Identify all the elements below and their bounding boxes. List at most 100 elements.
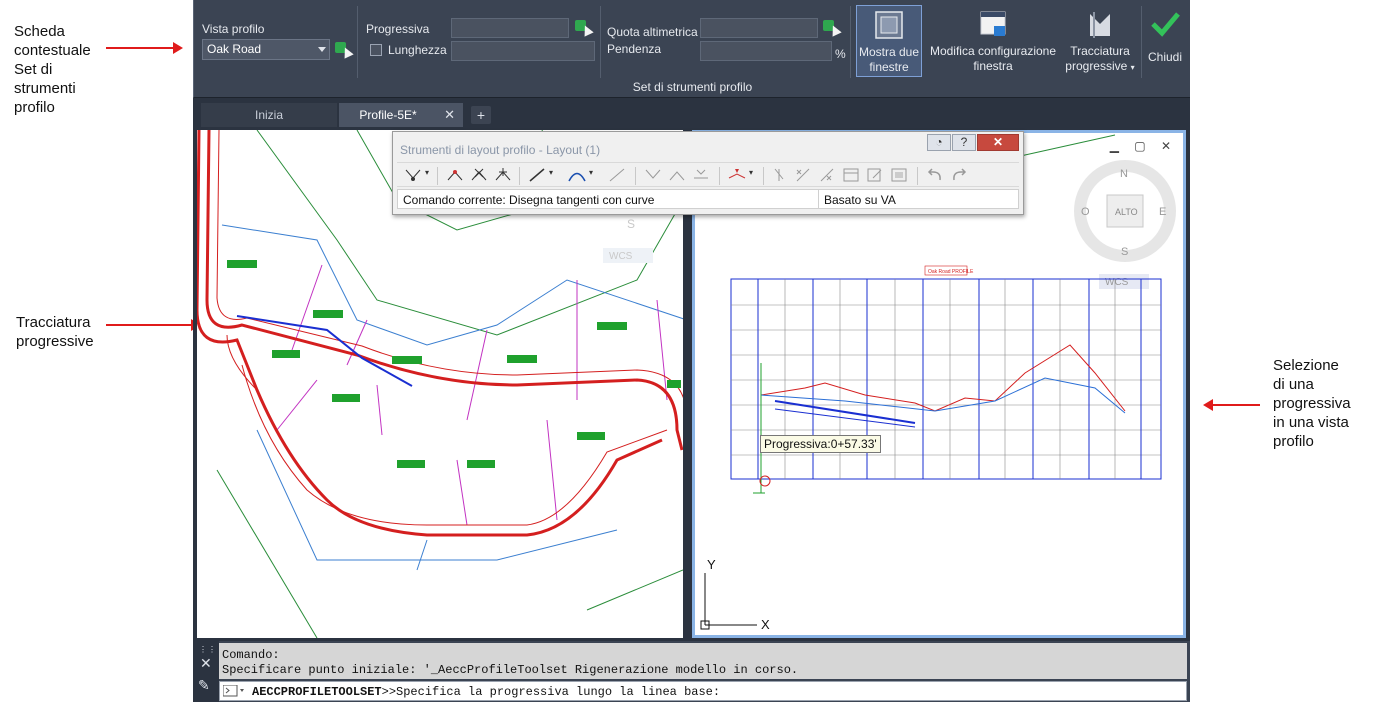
annotation-arrow <box>106 319 201 331</box>
pin-icon[interactable]: ◔ <box>927 134 951 151</box>
pvi-editor-icon[interactable] <box>841 166 863 184</box>
move-pvi-icon[interactable] <box>493 166 515 184</box>
close-icon[interactable]: ✕ <box>200 655 212 672</box>
grade-unit: % <box>835 47 846 61</box>
annotation-line: contestuale <box>14 42 91 59</box>
annotation-line: Scheda <box>14 23 65 40</box>
annotation-arrow <box>106 42 183 54</box>
two-windows-icon <box>875 11 903 39</box>
profile-view-label: Vista profilo <box>202 22 265 36</box>
ucs-y-label: Y <box>707 557 716 572</box>
grade-input[interactable] <box>700 41 832 61</box>
viewcube[interactable]: ALTO N S E O WCS <box>1074 160 1176 289</box>
annotation-line: in una vista <box>1273 414 1349 431</box>
delete-entity-icon[interactable] <box>793 166 815 184</box>
reverse-curve-icon[interactable] <box>607 166 629 184</box>
button-line: finestre <box>869 60 909 74</box>
pvi-grid-view-icon[interactable] <box>865 166 887 184</box>
pick-station-icon[interactable] <box>575 20 594 37</box>
vertical-curve-icon[interactable] <box>567 166 589 184</box>
command-prompt: >>Specifica la progressiva lungo la line… <box>381 685 721 699</box>
close-button[interactable]: ✕ <box>977 134 1019 151</box>
annotation-line: profilo <box>1273 433 1314 450</box>
edit-window-config-button[interactable]: Modifica configurazione finestra <box>926 5 1060 77</box>
profile-view-select[interactable]: Oak Road <box>202 39 330 60</box>
length-checkbox[interactable] <box>370 44 382 56</box>
plan-south-label: S <box>627 217 635 231</box>
command-line-side-bar: ⋮⋮⋮ ✕ ✎ <box>193 641 225 702</box>
history-line: Specificare punto iniziale: '_AeccProfil… <box>222 663 799 677</box>
close-icon[interactable]: ✕ <box>444 107 455 123</box>
layout-mode: Basato su VA <box>824 193 896 207</box>
elevation-label: Quota altimetrica <box>607 25 698 39</box>
annotation-line: Selezione <box>1273 357 1339 374</box>
station-tracking-button[interactable]: Tracciatura progressive ▾ <box>1062 5 1138 77</box>
button-line: Chiudi <box>1147 50 1183 64</box>
chevron-down-icon[interactable]: ▾ <box>749 168 753 177</box>
raise-lower-icon[interactable] <box>691 166 713 184</box>
grade-edit-icon[interactable] <box>727 166 749 184</box>
annotation-contextual-tab: Scheda contestuale Set di strumenti prof… <box>14 22 91 117</box>
annotation-line: Tracciatura <box>16 314 91 331</box>
window-config-icon <box>980 11 1006 36</box>
annotation-arrow <box>1203 399 1260 411</box>
viewcube-south: S <box>1121 246 1128 258</box>
annotation-line: Set di <box>14 61 53 78</box>
break-profile-icon[interactable] <box>817 166 839 184</box>
tab-label: Profile-5E* <box>359 108 417 122</box>
command-input[interactable]: AECCPROFILETOOLSET>>Specifica la progres… <box>219 681 1187 701</box>
sub-entity-icon[interactable] <box>667 166 689 184</box>
length-label: Lunghezza <box>388 43 447 57</box>
button-line: finestra <box>973 59 1013 73</box>
command-name: AECCPROFILETOOLSET <box>252 685 382 699</box>
tab-label: Inizia <box>254 108 283 122</box>
toolbar-window-buttons: ◔? ✕ <box>926 134 1019 152</box>
profile-view-value: Oak Road <box>207 42 262 56</box>
close-contextual-tab-button[interactable]: Chiudi <box>1145 5 1185 77</box>
chevron-down-icon <box>318 47 326 52</box>
insert-pvi-icon[interactable] <box>445 166 467 184</box>
station-input[interactable] <box>451 18 569 38</box>
draw-tangents-icon[interactable] <box>403 166 425 184</box>
plan-wcs-label: WCS <box>609 251 633 262</box>
command-prompt-icon[interactable] <box>223 685 247 697</box>
chevron-down-icon[interactable]: ▾ <box>589 168 593 177</box>
help-button[interactable]: ? <box>952 134 976 151</box>
chevron-down-icon[interactable]: ▾ <box>425 168 429 177</box>
chevron-down-icon[interactable]: ▾ <box>549 168 553 177</box>
station-tracking-icon <box>1090 12 1110 38</box>
ucs-x-label: X <box>761 617 770 632</box>
viewcube-top: ALTO <box>1115 207 1138 217</box>
elevation-input[interactable] <box>700 18 818 38</box>
tab-start[interactable]: Inizia <box>201 103 337 127</box>
pick-elevation-icon[interactable] <box>823 20 842 37</box>
button-line-text: progressive <box>1065 59 1128 73</box>
tab-profile-5e[interactable]: Profile-5E* ✕ <box>339 103 463 127</box>
undo-icon[interactable] <box>925 166 947 184</box>
new-tab-button[interactable]: + <box>471 106 491 124</box>
length-input[interactable] <box>451 41 595 61</box>
profile-grid-view-icon[interactable] <box>889 166 911 184</box>
profile-layout-toolbar[interactable]: Strumenti di layout profilo - Layout (1)… <box>392 131 1024 215</box>
annotation-station-selection: Selezione di una progressiva in una vist… <box>1273 356 1351 451</box>
station-label: Progressiva <box>366 22 430 36</box>
fixed-line-icon[interactable] <box>527 166 549 184</box>
button-line: progressive ▾ <box>1062 59 1138 75</box>
annotation-line: progressiva <box>1273 395 1351 412</box>
wrench-icon[interactable]: ✎ <box>198 677 210 694</box>
toolbar-status-bar: Comando corrente: Disegna tangenti con c… <box>397 189 1019 209</box>
profile-view-title: Oak Road PROFILE <box>928 269 974 275</box>
viewport-window-controls[interactable]: ▁ ▢ ✕ <box>1110 139 1177 153</box>
annotation-line: di una <box>1273 376 1314 393</box>
select-pvi-icon[interactable] <box>769 166 791 184</box>
delete-pvi-icon[interactable] <box>469 166 491 184</box>
annotation-station-tracking: Tracciatura progressive <box>16 313 94 351</box>
button-line: Mostra due <box>858 45 920 59</box>
history-line: Comando: <box>222 648 280 662</box>
redo-icon[interactable] <box>949 166 971 184</box>
show-two-windows-button[interactable]: Mostra due finestre <box>856 5 922 77</box>
checkmark-icon <box>1151 12 1180 37</box>
button-line: Modifica configurazione <box>929 44 1057 58</box>
convert-icon[interactable] <box>643 166 665 184</box>
pick-profile-view-icon[interactable] <box>335 42 354 59</box>
